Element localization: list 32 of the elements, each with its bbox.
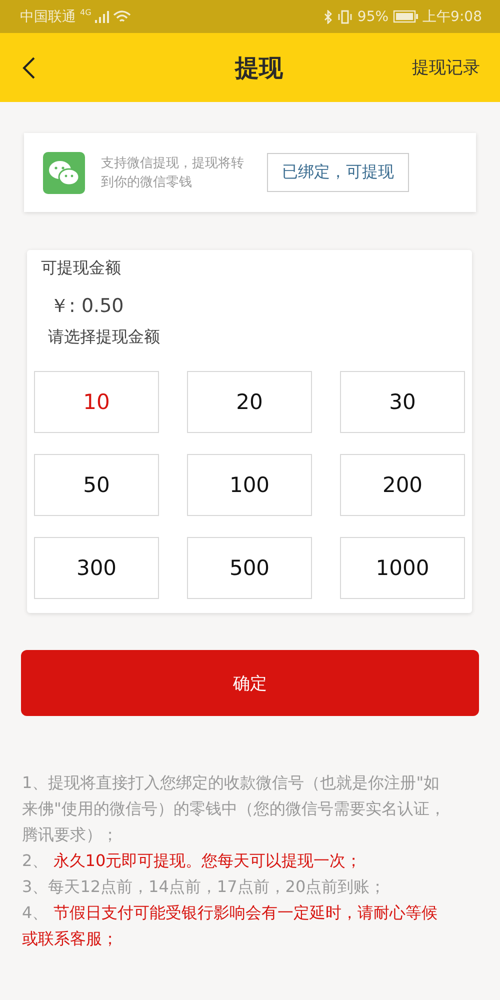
bound-status-button[interactable]: 已绑定，可提现 bbox=[267, 153, 409, 192]
confirm-button[interactable]: 确定 bbox=[21, 650, 479, 716]
amount-option[interactable]: 1000 bbox=[340, 537, 465, 599]
amount-option[interactable]: 100 bbox=[187, 454, 312, 516]
carrier-name: 中国联通 bbox=[20, 8, 76, 26]
amount-option[interactable]: 10 bbox=[34, 371, 159, 433]
amount-option[interactable]: 20 bbox=[187, 371, 312, 433]
wifi-icon bbox=[113, 10, 132, 23]
history-link[interactable]: 提现记录 bbox=[412, 56, 480, 79]
amount-label: 可提现金额 bbox=[40, 258, 122, 279]
network-type: 4G bbox=[80, 8, 92, 17]
vibrate-icon bbox=[337, 10, 354, 24]
amount-option[interactable]: 300 bbox=[34, 537, 159, 599]
amount-option[interactable]: 200 bbox=[340, 454, 465, 516]
note-text: 1、提现将直接打入您绑定的收款微信号（也就是你注册"如来佛"使用的微信号）的零钱中（您的微信号需要实名认证，腾讯要求）； bbox=[22, 772, 446, 846]
battery-percent: 95% bbox=[357, 8, 389, 24]
bluetooth-icon bbox=[324, 10, 334, 24]
amount-option[interactable]: 50 bbox=[34, 454, 159, 516]
page-title: 提现 bbox=[234, 52, 284, 84]
note-text: 3、每天12点前，14点前，17点前，20点前到账； bbox=[22, 876, 387, 898]
wechat-description: 支持微信提现，提现将转到你的微信零钱 bbox=[101, 154, 245, 192]
balance-amount: ￥: 0.50 bbox=[50, 294, 125, 319]
amount-option[interactable]: 500 bbox=[187, 537, 312, 599]
amount-option[interactable]: 30 bbox=[340, 371, 465, 433]
note-text: 2、 永久10元即可提现。您每天可以提现一次； bbox=[22, 850, 363, 872]
clock-time: 上午9:08 bbox=[422, 8, 482, 26]
signal-icon bbox=[95, 10, 110, 22]
select-prompt: 请选择提现金额 bbox=[48, 327, 161, 348]
note-text: 4、 节假日支付可能受银行影响会有一定延时，请耐心等候或联系客服； bbox=[22, 902, 438, 950]
back-icon[interactable] bbox=[22, 56, 36, 80]
battery-icon bbox=[392, 10, 419, 23]
chat-bubbles-icon bbox=[43, 152, 85, 194]
